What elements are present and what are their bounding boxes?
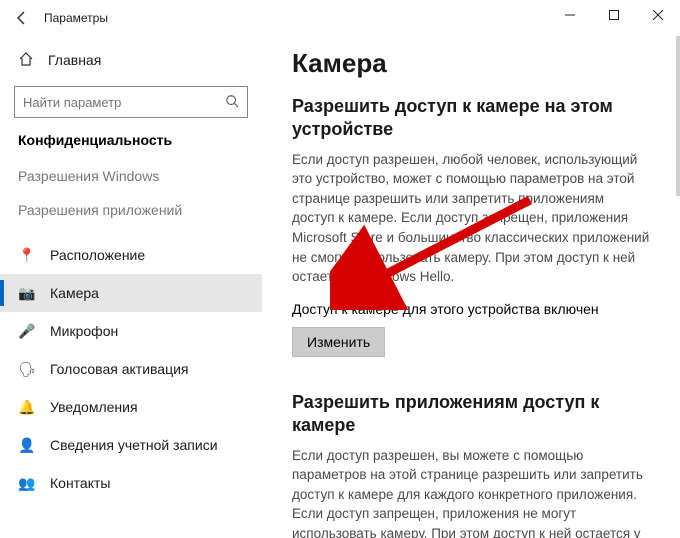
group-windows-permissions: Разрешения Windows — [0, 168, 262, 184]
search-input[interactable] — [23, 95, 225, 110]
sidebar-item-label: Микрофон — [50, 323, 118, 339]
main-content: Камера Разрешить доступ к камере на этом… — [262, 36, 680, 538]
microphone-icon: 🎤 — [18, 323, 36, 340]
sidebar-item-label: Камера — [50, 285, 99, 301]
section-device-access-title: Разрешить доступ к камере на этом устрой… — [292, 95, 650, 142]
sidebar-item-voice-activation[interactable]: 🗣 Голосовая активация — [0, 350, 262, 388]
camera-icon: 📷 — [18, 285, 36, 302]
location-icon: 📍 — [18, 247, 36, 264]
category-header: Конфиденциальность — [0, 132, 262, 148]
section-app-access-title: Разрешить приложениям доступ к камере — [292, 391, 650, 438]
scrollbar[interactable] — [676, 36, 680, 196]
sidebar: Главная Конфиденциальность Разрешения Wi… — [0, 36, 262, 538]
section-app-access-body: Если доступ разрешен, вы можете с помощь… — [292, 446, 650, 538]
sidebar-item-account-info[interactable]: 👤 Сведения учетной записи — [0, 426, 262, 464]
voice-icon: 🗣 — [18, 361, 36, 378]
sidebar-item-label: Голосовая активация — [50, 361, 189, 377]
group-app-permissions: Разрешения приложений — [0, 202, 262, 218]
change-button[interactable]: Изменить — [292, 327, 385, 357]
maximize-button[interactable] — [592, 0, 636, 30]
close-icon — [653, 10, 663, 20]
sidebar-item-label: Контакты — [50, 475, 110, 491]
home-label: Главная — [48, 52, 101, 68]
sidebar-item-label: Уведомления — [50, 399, 138, 415]
sidebar-item-label: Сведения учетной записи — [50, 437, 218, 453]
minimize-button[interactable] — [548, 0, 592, 30]
window-title: Параметры — [44, 11, 108, 25]
sidebar-item-location[interactable]: 📍 Расположение — [0, 236, 262, 274]
account-icon: 👤 — [18, 437, 36, 454]
close-button[interactable] — [636, 0, 680, 30]
back-button[interactable] — [6, 2, 38, 34]
arrow-left-icon — [14, 10, 30, 26]
bell-icon: 🔔 — [18, 399, 36, 416]
search-box[interactable] — [14, 86, 248, 118]
sidebar-item-microphone[interactable]: 🎤 Микрофон — [0, 312, 262, 350]
page-title: Камера — [292, 48, 650, 79]
device-access-status: Доступ к камере для этого устройства вкл… — [292, 301, 650, 317]
contacts-icon: 👥 — [18, 475, 36, 492]
sidebar-item-notifications[interactable]: 🔔 Уведомления — [0, 388, 262, 426]
home-icon — [18, 51, 34, 70]
search-icon — [225, 94, 239, 111]
titlebar: Параметры — [0, 0, 680, 36]
sidebar-item-camera[interactable]: 📷 Камера — [0, 274, 262, 312]
sidebar-item-label: Расположение — [50, 247, 145, 263]
section-device-access-body: Если доступ разрешен, любой человек, исп… — [292, 150, 650, 287]
home-link[interactable]: Главная — [0, 42, 262, 78]
maximize-icon — [609, 10, 619, 20]
minimize-icon — [565, 10, 575, 20]
sidebar-item-contacts[interactable]: 👥 Контакты — [0, 464, 262, 502]
